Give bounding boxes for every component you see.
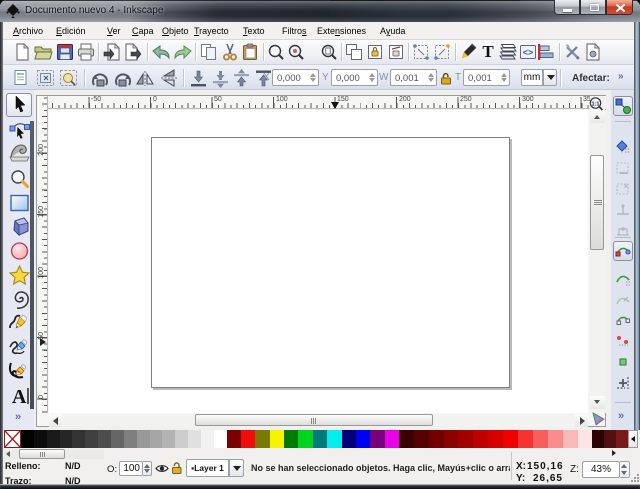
svg-text:<>: <> (523, 48, 534, 58)
svg-text:1:1: 1:1 (592, 101, 600, 107)
